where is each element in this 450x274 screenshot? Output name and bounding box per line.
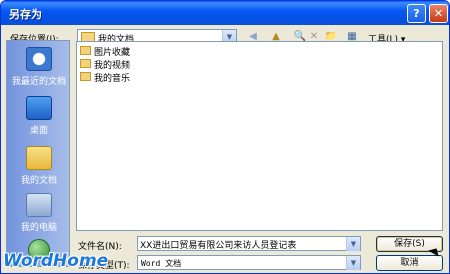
help-button[interactable]: ? — [407, 4, 426, 23]
folder-icon — [80, 59, 91, 68]
place-label: 我的文档 — [20, 176, 57, 186]
my-documents-icon — [26, 146, 52, 170]
place-my-documents[interactable]: 我的文档 — [7, 146, 71, 186]
save-as-dialog: 另存为 ? ✕ 保存位置(I): 我的文档 ▼ ◀ ▲ 🔍 ✕ 📁 ▦ 工具(L… — [0, 0, 450, 274]
place-my-computer[interactable]: 我的电脑 — [7, 193, 71, 233]
title-bar: 另存为 ? ✕ — [1, 1, 449, 25]
place-label: 我的电脑 — [20, 223, 57, 233]
dialog-title: 另存为 — [9, 8, 42, 21]
watermark-logo: WordHome — [3, 251, 109, 271]
cancel-button[interactable]: 取消 — [376, 255, 443, 271]
recent-documents-icon — [26, 47, 52, 71]
file-name: 我的视频 — [94, 61, 131, 71]
place-label: 桌面 — [29, 126, 48, 136]
chevron-down-icon[interactable]: ▼ — [346, 256, 360, 270]
desktop-icon — [26, 96, 52, 120]
filetype-value: Word 文档 — [141, 259, 182, 268]
filetype-dropdown[interactable]: Word 文档 ▼ — [137, 255, 361, 270]
place-recent-documents[interactable]: 我最近的文档 — [7, 47, 71, 87]
folder-icon — [80, 46, 91, 55]
folder-icon — [80, 72, 91, 81]
chevron-down-icon[interactable]: ▼ — [346, 237, 360, 251]
filename-input[interactable] — [140, 238, 346, 250]
places-bar: 我最近的文档 桌面 我的文档 我的电脑 — [6, 40, 70, 267]
close-button[interactable]: ✕ — [429, 4, 448, 23]
place-desktop[interactable]: 桌面 — [7, 96, 71, 136]
file-name: 我的音乐 — [94, 74, 131, 84]
file-name: 图片收藏 — [94, 48, 131, 58]
place-label: 我最近的文档 — [11, 77, 66, 87]
my-computer-icon — [26, 193, 52, 217]
filename-field[interactable]: ▼ — [137, 236, 361, 251]
file-list[interactable]: 图片收藏 我的视频 我的音乐 — [76, 41, 443, 231]
